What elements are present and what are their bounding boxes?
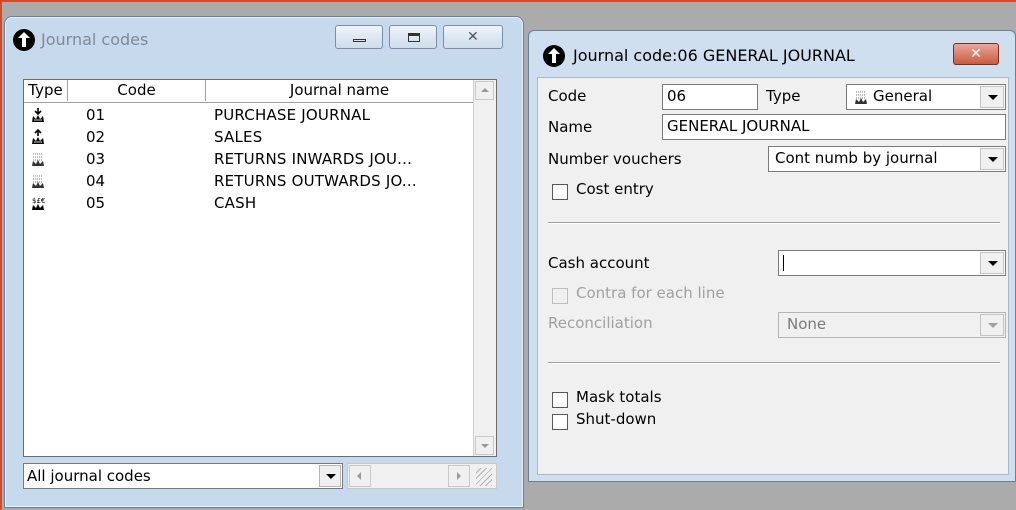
minimize-button[interactable] xyxy=(335,25,383,49)
journal-filter-value: All journal codes xyxy=(27,467,151,485)
general-journal-icon xyxy=(855,91,867,104)
desktop-edge-left xyxy=(0,0,2,510)
cost-entry-checkbox[interactable] xyxy=(552,184,568,200)
type-value: General xyxy=(873,87,933,105)
close-icon: ✕ xyxy=(467,29,479,45)
scroll-right-arrow-icon[interactable] xyxy=(448,465,470,487)
cash-journal-icon: $£€ xyxy=(32,197,45,210)
journal-codes-window: Journal codes ✕ Type Code Journal name 0… xyxy=(4,16,524,508)
maximize-button[interactable] xyxy=(389,25,437,49)
list-item[interactable]: $£€ 05 CASH xyxy=(24,192,474,214)
reconciliation-select[interactable]: None xyxy=(778,312,1006,338)
name-label: Name xyxy=(548,118,593,136)
row-journal-name: SALES xyxy=(214,128,263,146)
type-label: Type xyxy=(766,87,801,105)
scroll-up-arrow-icon[interactable] xyxy=(475,81,494,100)
journal-code-detail-window: Journal code:06 GENERAL JOURNAL ✕ Code 0… xyxy=(528,30,1016,482)
reconciliation-value: None xyxy=(787,315,827,333)
contra-checkbox[interactable] xyxy=(552,288,568,304)
shutdown-checkbox[interactable] xyxy=(552,414,568,430)
horizontal-scrollbar[interactable] xyxy=(347,463,497,489)
scroll-down-arrow-icon[interactable] xyxy=(475,436,494,455)
close-button[interactable]: ✕ xyxy=(443,25,503,49)
column-header-journal-name[interactable]: Journal name xyxy=(206,80,474,101)
section-divider xyxy=(548,362,1000,364)
minimize-icon xyxy=(353,39,366,42)
maximize-icon xyxy=(408,33,420,42)
name-field[interactable]: GENERAL JOURNAL xyxy=(662,114,1006,140)
row-journal-name: RETURNS OUTWARDS JO... xyxy=(214,172,417,190)
list-item[interactable]: 01 PURCHASE JOURNAL xyxy=(24,104,474,126)
app-logo-icon xyxy=(543,45,565,67)
row-code: 05 xyxy=(86,194,106,212)
vertical-scrollbar[interactable] xyxy=(473,80,496,456)
title-bar[interactable]: Journal codes ✕ xyxy=(5,17,523,65)
row-code: 02 xyxy=(86,128,106,146)
general-journal-icon xyxy=(32,175,44,188)
resize-grip-icon[interactable] xyxy=(476,468,492,486)
contra-label: Contra for each line xyxy=(576,284,725,302)
list-item[interactable]: 03 RETURNS INWARDS JOU... xyxy=(24,148,474,170)
list-header: Type Code Journal name xyxy=(24,80,474,103)
row-journal-name: PURCHASE JOURNAL xyxy=(214,106,371,124)
journal-code-form: Code 06 Type General Name GENERAL JOURNA… xyxy=(537,77,1009,475)
cost-entry-label[interactable]: Cost entry xyxy=(576,180,654,198)
number-vouchers-label: Number vouchers xyxy=(548,150,682,168)
row-journal-name: CASH xyxy=(214,194,257,212)
close-button[interactable]: ✕ xyxy=(953,43,999,65)
sales-journal-icon xyxy=(32,129,44,144)
mask-totals-checkbox[interactable] xyxy=(552,392,568,408)
row-code: 03 xyxy=(86,150,106,168)
list-item[interactable]: 02 SALES xyxy=(24,126,474,148)
code-label: Code xyxy=(548,87,587,105)
number-vouchers-value: Cont numb by journal xyxy=(775,149,938,167)
window-title: Journal codes xyxy=(41,30,149,49)
desktop-edge-top xyxy=(0,0,1016,2)
number-vouchers-select[interactable]: Cont numb by journal xyxy=(768,146,1006,172)
cash-account-select[interactable] xyxy=(778,250,1006,276)
close-icon: ✕ xyxy=(970,46,982,62)
chevron-down-icon[interactable] xyxy=(980,314,1004,336)
list-item[interactable]: 04 RETURNS OUTWARDS JO... xyxy=(24,170,474,192)
app-logo-icon xyxy=(13,29,35,51)
reconciliation-label: Reconciliation xyxy=(548,314,653,332)
general-journal-icon xyxy=(32,153,44,166)
chevron-down-icon[interactable] xyxy=(980,252,1004,274)
row-journal-name: RETURNS INWARDS JOU... xyxy=(214,150,413,168)
chevron-down-icon[interactable] xyxy=(319,465,341,487)
cash-account-label: Cash account xyxy=(548,254,650,272)
list-footer: All journal codes xyxy=(23,463,497,491)
column-header-type[interactable]: Type xyxy=(24,80,68,101)
shutdown-label[interactable]: Shut-down xyxy=(576,410,656,428)
journal-filter-select[interactable]: All journal codes xyxy=(23,463,343,489)
row-code: 04 xyxy=(86,172,106,190)
text-cursor xyxy=(783,255,784,271)
chevron-down-icon[interactable] xyxy=(980,86,1004,108)
window-title: Journal code:06 GENERAL JOURNAL xyxy=(573,46,855,65)
code-field[interactable]: 06 xyxy=(662,84,758,110)
row-code: 01 xyxy=(86,106,106,124)
chevron-down-icon[interactable] xyxy=(980,148,1004,170)
section-divider xyxy=(548,222,1000,224)
svg-text:$£€: $£€ xyxy=(32,197,45,205)
type-select[interactable]: General xyxy=(846,84,1006,110)
journal-codes-list[interactable]: Type Code Journal name 01 PURCHASE JOURN… xyxy=(23,79,497,457)
purchase-journal-icon xyxy=(32,108,44,122)
mask-totals-label[interactable]: Mask totals xyxy=(576,388,662,406)
column-header-code[interactable]: Code xyxy=(68,80,206,101)
scroll-left-arrow-icon[interactable] xyxy=(349,465,371,487)
